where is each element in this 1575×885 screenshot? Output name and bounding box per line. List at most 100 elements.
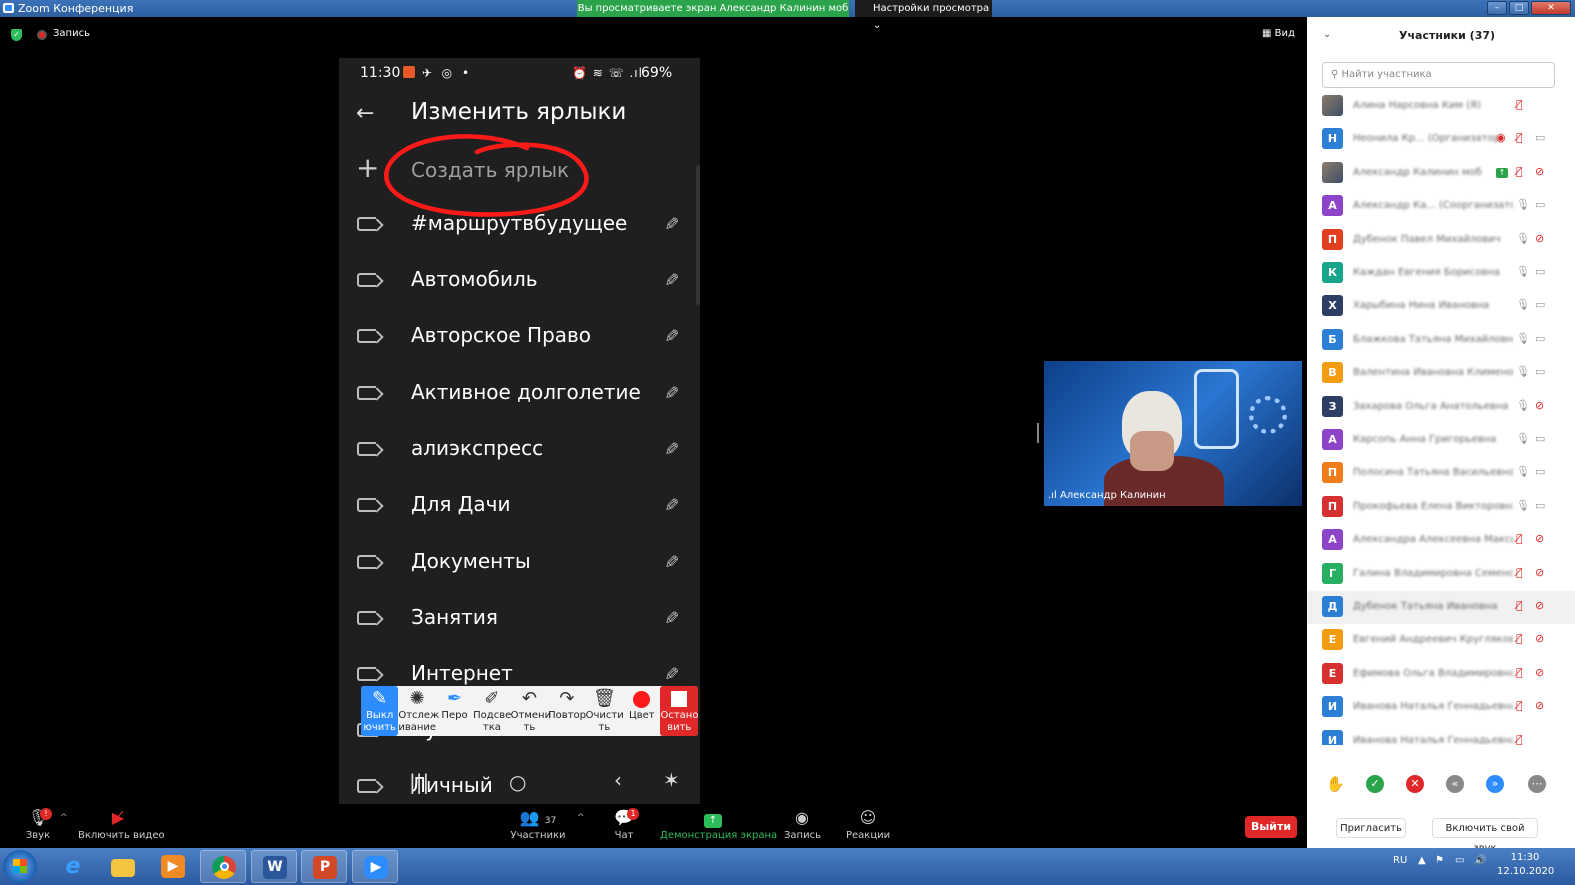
invite-button[interactable]: Пригласить	[1336, 818, 1406, 838]
camera-icon[interactable]: ▭	[1535, 266, 1545, 278]
microphone-icon[interactable]: 🎙	[1516, 399, 1530, 412]
participant-row[interactable]: Н Неонила Кр... (Организатор) ◉ 🎙̸ ▭	[1307, 123, 1575, 156]
camera-off-icon[interactable]: ⊘	[1535, 232, 1544, 245]
minimize-button[interactable]: –	[1487, 1, 1507, 15]
share-screen-button[interactable]: ↑ Демонстрация экрана	[660, 804, 777, 842]
audio-button[interactable]: 🎙! Звук	[20, 804, 56, 842]
undo-button[interactable]: ↶ Отмени ть	[511, 686, 551, 736]
camera-off-icon[interactable]: ⊘	[1535, 633, 1544, 645]
encryption-shield-icon[interactable]: ✓	[11, 29, 22, 41]
start-button[interactable]	[3, 850, 37, 883]
microphone-muted-icon[interactable]: 🎙̸	[1516, 733, 1523, 745]
powerpoint-button[interactable]: P	[301, 850, 347, 883]
microphone-icon[interactable]: 🎙	[1516, 433, 1530, 445]
zoom-taskbar-button[interactable]: ▶	[352, 850, 398, 883]
record-button[interactable]: ◉ Запись	[784, 804, 821, 842]
camera-off-icon[interactable]: ⊘	[1535, 700, 1544, 712]
redo-button[interactable]: ↷ Повтор	[548, 686, 586, 736]
camera-off-icon[interactable]: ⊘	[1535, 399, 1544, 412]
camera-icon[interactable]: ▭	[1535, 199, 1545, 211]
microphone-muted-icon[interactable]: 🎙̸	[1516, 533, 1523, 545]
unmute-self-button[interactable]: Включить свой звук	[1432, 818, 1538, 854]
chat-button[interactable]: 💬 1 Чат	[607, 804, 641, 842]
participant-row[interactable]: Александр Калинин моб ↑ 🎙̸ ⊘	[1307, 157, 1575, 190]
raise-hand-icon[interactable]: ✋	[1326, 775, 1345, 793]
microphone-muted-icon[interactable]: 🎙̸	[1516, 132, 1523, 144]
yes-icon[interactable]: ✓	[1366, 775, 1384, 793]
scroll-indicator[interactable]	[696, 165, 700, 305]
view-settings-dropdown[interactable]: Настройки просмотра ⌄	[855, 0, 992, 31]
microphone-muted-icon[interactable]: 🎙̸	[1516, 633, 1523, 645]
participant-row[interactable]: А Карсопь Анна Григорьевна 🎙 ▭	[1307, 424, 1575, 457]
volume-icon[interactable]: 🔊	[1474, 855, 1486, 866]
leave-button[interactable]: Выйти	[1245, 816, 1297, 838]
microphone-icon[interactable]: 🎙	[1516, 232, 1530, 245]
microphone-muted-icon[interactable]: 🎙̸	[1516, 600, 1523, 612]
camera-icon[interactable]: ▭	[1535, 132, 1545, 144]
camera-off-icon[interactable]: ⊘	[1535, 666, 1544, 679]
microphone-muted-icon[interactable]: 🎙̸	[1516, 99, 1523, 111]
participant-row[interactable]: П Дубенок Павел Михайлович 🎙 ⊘	[1307, 224, 1575, 257]
camera-icon[interactable]: ▭	[1535, 332, 1545, 345]
no-icon[interactable]: ✕	[1406, 775, 1424, 793]
go-slower-icon[interactable]: «	[1446, 775, 1464, 793]
participant-row[interactable]: К Каждан Евгения Борисовна 🎙 ▭	[1307, 257, 1575, 290]
participant-row[interactable]: Г Галина Владимировна Семено... 🎙̸ ⊘	[1307, 558, 1575, 591]
explorer-button[interactable]	[100, 850, 146, 883]
annotate-off-button[interactable]: ✎ Выкл ючить	[361, 686, 399, 736]
clear-button[interactable]: 🗑 Очисти ть	[586, 686, 624, 736]
language-indicator[interactable]: RU	[1393, 855, 1407, 866]
reactions-button[interactable]: ☺ Реакции	[846, 804, 890, 842]
participant-row[interactable]: А Александр Ка... (Соорганизатор) 🎙 ▭	[1307, 190, 1575, 223]
microphone-icon[interactable]: 🎙	[1516, 299, 1530, 311]
network-icon[interactable]: ▭	[1455, 855, 1464, 866]
stop-annotation-button[interactable]: Остано вить	[660, 686, 698, 736]
participant-row[interactable]: Алина Нарсовна Ким (Я) 🎙̸	[1307, 90, 1575, 123]
microphone-muted-icon[interactable]: 🎙̸	[1516, 666, 1523, 679]
microphone-icon[interactable]: 🎙	[1516, 366, 1530, 378]
participant-row[interactable]: Е Евгений Андреевич Кругляков 🎙̸ ⊘	[1307, 624, 1575, 657]
spotlight-button[interactable]: ✺ Отслеж ивание	[398, 686, 439, 736]
camera-icon[interactable]: ▭	[1535, 466, 1545, 478]
participants-options-caret[interactable]: ^	[577, 813, 585, 823]
camera-icon[interactable]: ▭	[1535, 499, 1545, 512]
microphone-icon[interactable]: 🎙	[1516, 266, 1530, 278]
ie-button[interactable]: e	[50, 850, 96, 883]
participant-row[interactable]: П Прокофьева Елена Викторовна 🎙 ▭	[1307, 491, 1575, 524]
microphone-icon[interactable]: 🎙	[1516, 499, 1530, 512]
participant-row[interactable]: Б Блажкова Татьяна Михайловна 🎙 ▭	[1307, 324, 1575, 357]
camera-off-icon[interactable]: ⊘	[1535, 566, 1544, 579]
collapse-chevron-icon[interactable]: ⌄	[1323, 29, 1331, 40]
participant-row[interactable]: Е Ефимова Ольга Владимировна 🎙̸ ⊘	[1307, 658, 1575, 691]
participant-row[interactable]: Д Дубенок Татьяна Ивановна 🎙̸ ⊘	[1307, 591, 1575, 625]
camera-icon[interactable]: ▭	[1535, 366, 1545, 378]
microphone-icon[interactable]: 🎙	[1516, 332, 1530, 345]
camera-icon[interactable]: ▭	[1535, 433, 1545, 445]
participant-search-input[interactable]: ⚲ Найти участника	[1322, 62, 1555, 88]
chrome-button[interactable]	[200, 850, 246, 883]
word-button[interactable]: W	[251, 850, 297, 883]
close-button[interactable]: ✕	[1531, 1, 1571, 15]
participant-video-tile[interactable]: .ıl Александр Калинин	[1044, 361, 1302, 506]
show-hidden-icons[interactable]: ▲	[1418, 855, 1426, 866]
highlighter-button[interactable]: ✐ Подсве тка	[473, 686, 511, 736]
more-icon[interactable]: ⋯	[1528, 775, 1546, 793]
participant-row[interactable]: Х Харыбина Нина Ивановна 🎙 ▭	[1307, 290, 1575, 323]
maximize-button[interactable]: □	[1509, 1, 1529, 15]
camera-off-icon[interactable]: ⊘	[1535, 165, 1544, 178]
participant-row[interactable]: В Валентина Ивановна Климено... 🎙 ▭	[1307, 357, 1575, 390]
go-faster-icon[interactable]: »	[1486, 775, 1504, 793]
taskbar-clock[interactable]: 11:30 12.10.2020	[1497, 851, 1554, 879]
audio-options-caret[interactable]: ^	[60, 813, 68, 823]
action-center-icon[interactable]: ⚑	[1435, 855, 1444, 866]
start-video-button[interactable]: ▶̸ Включить видео	[78, 804, 165, 842]
participant-row[interactable]: З Захарова Ольга Анатольевна 🎙 ⊘	[1307, 391, 1575, 424]
participants-button[interactable]: 👥 37 Участники	[510, 804, 566, 842]
pen-button[interactable]: ✒ Перо	[436, 686, 473, 736]
view-button[interactable]: ▦ Вид	[1262, 28, 1295, 39]
participant-row[interactable]: П Полосина Татьяна Васильевна 🎙 ▭	[1307, 457, 1575, 490]
microphone-muted-icon[interactable]: 🎙̸	[1516, 566, 1523, 579]
camera-off-icon[interactable]: ⊘	[1535, 533, 1544, 545]
microphone-muted-icon[interactable]: 🎙̸	[1516, 700, 1523, 712]
microphone-muted-icon[interactable]: 🎙̸	[1516, 165, 1523, 178]
